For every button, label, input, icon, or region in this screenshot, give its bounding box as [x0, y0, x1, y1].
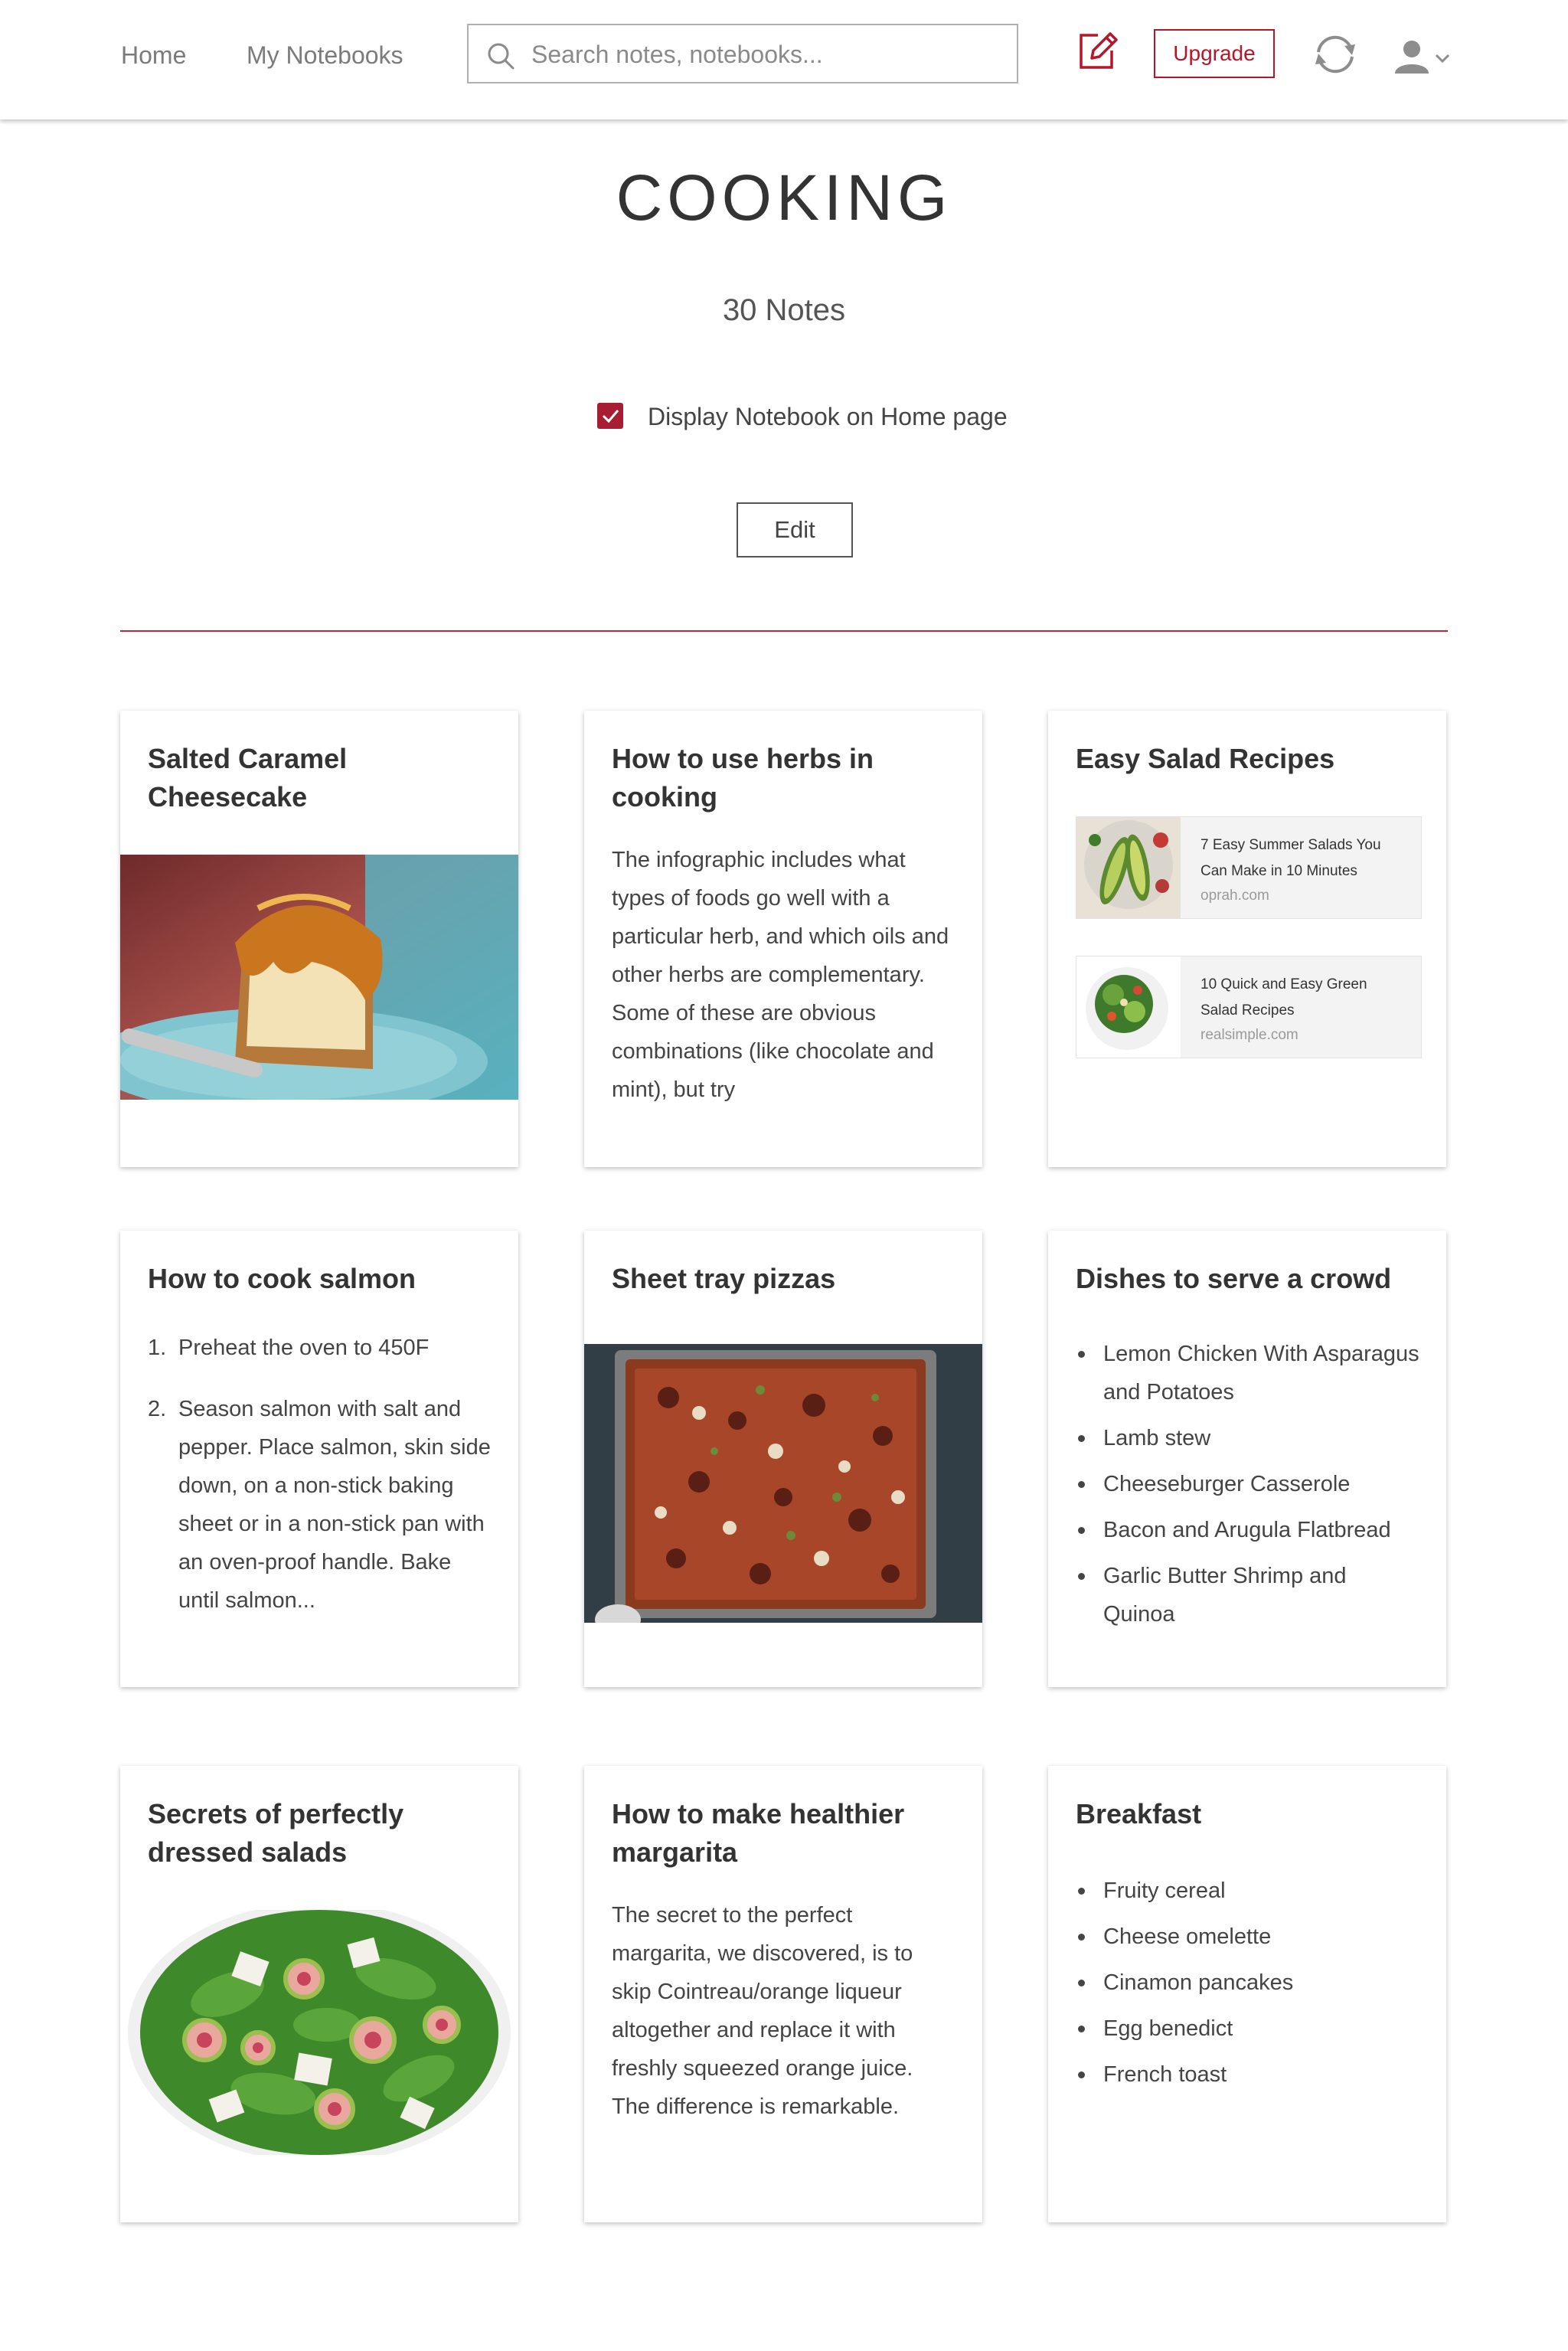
note-card-title: Salted Caramel Cheesecake: [148, 743, 348, 813]
note-card-list: Lemon Chicken With Asparagus and Potatoe…: [1076, 1335, 1420, 1641]
note-card-title: How to use herbs in cooking: [612, 743, 874, 813]
cheesecake-image: [120, 855, 518, 1100]
link-title: 7 Easy Summer Salads You Can Make in 10 …: [1200, 837, 1381, 879]
display-on-home-checkbox[interactable]: [597, 403, 623, 429]
list-item: Cinamon pancakes: [1076, 1964, 1420, 2002]
note-card-title: Easy Salad Recipes: [1076, 743, 1335, 774]
note-card-dressed-salads[interactable]: Secrets of perfectly dressed salads: [120, 1766, 518, 2222]
upgrade-button[interactable]: Upgrade: [1154, 29, 1275, 78]
checkmark-icon: [602, 410, 619, 423]
notebook-title: COOKING: [616, 162, 952, 234]
link-title: 10 Quick and Easy Green Salad Recipes: [1200, 976, 1367, 1019]
search-icon: [488, 43, 514, 70]
list-item: Fruity cereal: [1076, 1872, 1420, 1910]
list-item: Garlic Butter Shrimp and Quinoa: [1076, 1557, 1420, 1633]
search-box[interactable]: [467, 24, 1018, 83]
note-card-herbs-in-cooking[interactable]: How to use herbs in cooking The infograp…: [584, 711, 982, 1167]
step-number: 1.: [148, 1336, 167, 1360]
link-source: realsimple.com: [1200, 1027, 1298, 1043]
new-note-icon: [1080, 32, 1118, 69]
step-text: Season salmon with salt and pepper. Plac…: [178, 1397, 491, 1613]
list-item: Lamb stew: [1076, 1419, 1420, 1457]
note-card-excerpt: The infographic includes what types of f…: [612, 848, 949, 1102]
link-source: oprah.com: [1200, 888, 1269, 904]
note-card-title: Secrets of perfectly dressed salads: [148, 1798, 404, 1868]
link-thumbnail: [1076, 817, 1181, 918]
note-card-easy-salad-recipes[interactable]: Easy Salad Recipes 7 Easy Summer Salads …: [1048, 711, 1446, 1167]
step-item: 1. Preheat the oven to 450F: [148, 1329, 492, 1367]
notes-count: 30 Notes: [722, 293, 846, 327]
note-card-excerpt: The secret to the perfect margarita, we …: [612, 1903, 913, 2119]
nav-home-link[interactable]: Home: [121, 38, 186, 72]
user-icon: [1395, 41, 1429, 74]
sync-button[interactable]: [1311, 32, 1360, 80]
note-card-title: Dishes to serve a crowd: [1076, 1263, 1392, 1294]
salad-image: [120, 1910, 518, 2155]
chevron-down-icon: [1435, 54, 1450, 64]
link-thumbnail: [1076, 956, 1181, 1058]
account-menu-button[interactable]: [1393, 38, 1450, 79]
note-card-title: How to cook salmon: [148, 1263, 416, 1294]
note-card-steps: 1. Preheat the oven to 450F 2. Season sa…: [148, 1329, 492, 1643]
step-item: 2. Season salmon with salt and pepper. P…: [148, 1390, 492, 1620]
note-card-breakfast[interactable]: Breakfast Fruity cereal Cheese omelette …: [1048, 1766, 1446, 2222]
note-card-list: Fruity cereal Cheese omelette Cinamon pa…: [1076, 1872, 1420, 2101]
note-card-cook-salmon[interactable]: How to cook salmon 1. Preheat the oven t…: [120, 1231, 518, 1687]
note-card-title: Breakfast: [1076, 1798, 1202, 1829]
top-navigation-bar: Home My Notebooks Upgrade: [0, 0, 1568, 119]
list-item: Cheeseburger Casserole: [1076, 1465, 1420, 1503]
list-item: Cheese omelette: [1076, 1918, 1420, 1956]
nav-my-notebooks-link[interactable]: My Notebooks: [247, 38, 403, 72]
new-note-button[interactable]: [1075, 28, 1119, 76]
note-card-title: How to make healthier margarita: [612, 1798, 905, 1868]
web-clip-link[interactable]: 7 Easy Summer Salads You Can Make in 10 …: [1076, 816, 1422, 919]
note-card-salted-caramel-cheesecake[interactable]: Salted Caramel Cheesecake: [120, 711, 518, 1167]
note-card-title: Sheet tray pizzas: [612, 1263, 836, 1294]
edit-button[interactable]: Edit: [737, 502, 853, 558]
sync-icon: [1315, 35, 1355, 74]
pizza-image: [584, 1344, 982, 1623]
step-number: 2.: [148, 1397, 167, 1421]
list-item: Bacon and Arugula Flatbread: [1076, 1511, 1420, 1549]
note-card-dishes-for-crowd[interactable]: Dishes to serve a crowd Lemon Chicken Wi…: [1048, 1231, 1446, 1687]
display-on-home-label: Display Notebook on Home page: [648, 403, 1008, 430]
web-clip-link[interactable]: 10 Quick and Easy Green Salad Recipes re…: [1076, 956, 1422, 1058]
step-text: Preheat the oven to 450F: [178, 1336, 430, 1360]
search-input[interactable]: [530, 31, 1008, 77]
note-card-sheet-tray-pizzas[interactable]: Sheet tray pizzas: [584, 1231, 982, 1687]
section-divider: [120, 630, 1448, 632]
note-card-healthier-margarita[interactable]: How to make healthier margarita The secr…: [584, 1766, 982, 2222]
list-item: Egg benedict: [1076, 2009, 1420, 2048]
list-item: French toast: [1076, 2055, 1420, 2094]
list-item: Lemon Chicken With Asparagus and Potatoe…: [1076, 1335, 1420, 1411]
